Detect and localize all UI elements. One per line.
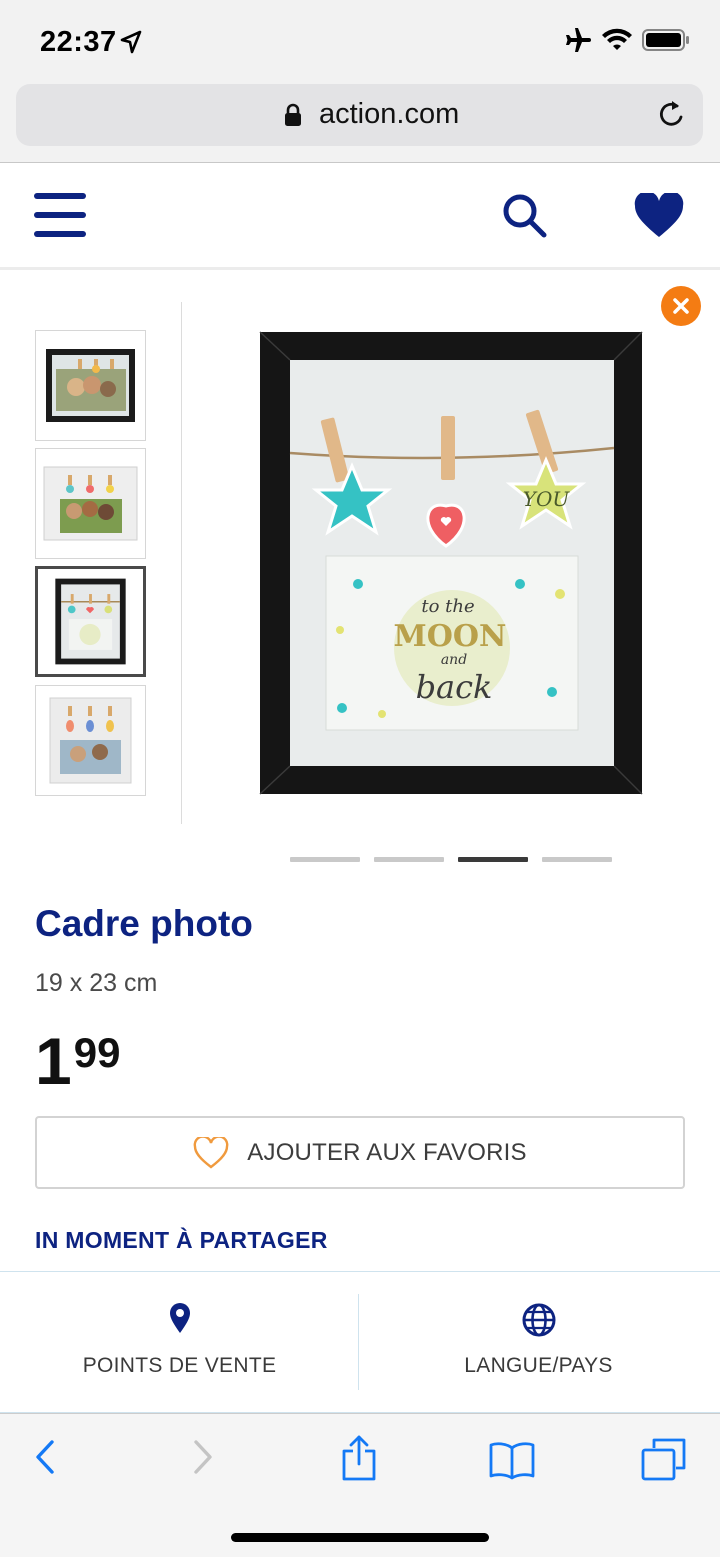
carousel-dot[interactable] bbox=[542, 857, 612, 862]
globe-icon bbox=[522, 1303, 555, 1337]
carousel-indicators bbox=[290, 857, 612, 862]
image-text-line2: MOON bbox=[394, 619, 507, 654]
image-text-line4: back bbox=[416, 668, 493, 706]
carousel-dot[interactable] bbox=[374, 857, 444, 862]
product-size: 19 x 23 cm bbox=[35, 969, 158, 997]
thumbnail-4[interactable] bbox=[35, 685, 146, 796]
address-bar[interactable]: action.com bbox=[16, 84, 703, 146]
forward-icon[interactable] bbox=[192, 1436, 214, 1478]
search-icon[interactable] bbox=[500, 191, 548, 239]
status-time: 22:37 bbox=[40, 26, 117, 58]
image-tag-text: YOU bbox=[523, 487, 571, 511]
map-pin-icon bbox=[169, 1303, 190, 1333]
tabs-icon[interactable] bbox=[640, 1436, 688, 1482]
heart-icon[interactable] bbox=[634, 193, 684, 239]
gallery-divider bbox=[181, 302, 182, 824]
section-heading[interactable]: IN MOMENT À PARTAGER bbox=[35, 1227, 328, 1254]
thumbnail-2[interactable] bbox=[35, 448, 146, 559]
image-text-line3: and bbox=[441, 652, 467, 668]
lock-icon bbox=[285, 103, 301, 126]
add-to-favorites-button[interactable]: AJOUTER AUX FAVORIS bbox=[35, 1116, 685, 1189]
footer-links: POINTS DE VENTE LANGUE/PAYS bbox=[0, 1271, 720, 1413]
home-indicator[interactable] bbox=[231, 1533, 489, 1542]
bookmarks-icon[interactable] bbox=[488, 1440, 536, 1480]
thumbnail-image bbox=[55, 578, 126, 665]
product-price: 199 bbox=[35, 1028, 120, 1094]
site-header bbox=[0, 163, 720, 267]
heart-outline-icon bbox=[193, 1136, 229, 1169]
url-text: action.com bbox=[319, 98, 460, 130]
add-to-favorites-label: AJOUTER AUX FAVORIS bbox=[247, 1138, 527, 1166]
image-text-line1: to the bbox=[421, 596, 474, 617]
language-link[interactable]: LANGUE/PAYS bbox=[359, 1272, 718, 1412]
carousel-dot-active[interactable] bbox=[458, 857, 528, 862]
price-integer: 1 bbox=[35, 1024, 72, 1098]
carousel-dot[interactable] bbox=[290, 857, 360, 862]
product-main-image: YOU to the MOON and back bbox=[259, 331, 643, 795]
hamburger-menu-icon[interactable] bbox=[34, 193, 88, 237]
stores-link[interactable]: POINTS DE VENTE bbox=[0, 1272, 359, 1412]
product-title: Cadre photo bbox=[35, 903, 253, 944]
airplane-icon bbox=[566, 28, 591, 52]
thumbnail-image bbox=[46, 349, 135, 422]
price-decimals: 99 bbox=[73, 1029, 121, 1076]
battery-icon bbox=[642, 29, 689, 51]
reload-icon[interactable] bbox=[657, 98, 687, 130]
share-icon[interactable] bbox=[340, 1434, 378, 1482]
language-label: LANGUE/PAYS bbox=[464, 1354, 613, 1377]
back-icon[interactable] bbox=[34, 1436, 56, 1478]
thumbnail-1[interactable] bbox=[35, 330, 146, 441]
status-bar: 22:37 bbox=[0, 0, 720, 80]
thumbnail-image bbox=[43, 466, 138, 541]
close-icon[interactable] bbox=[661, 286, 701, 326]
thumbnail-image bbox=[49, 697, 132, 784]
stores-label: POINTS DE VENTE bbox=[82, 1354, 277, 1377]
location-arrow-icon bbox=[120, 30, 142, 54]
thumbnail-3[interactable] bbox=[35, 566, 146, 677]
wifi-icon bbox=[602, 28, 632, 50]
